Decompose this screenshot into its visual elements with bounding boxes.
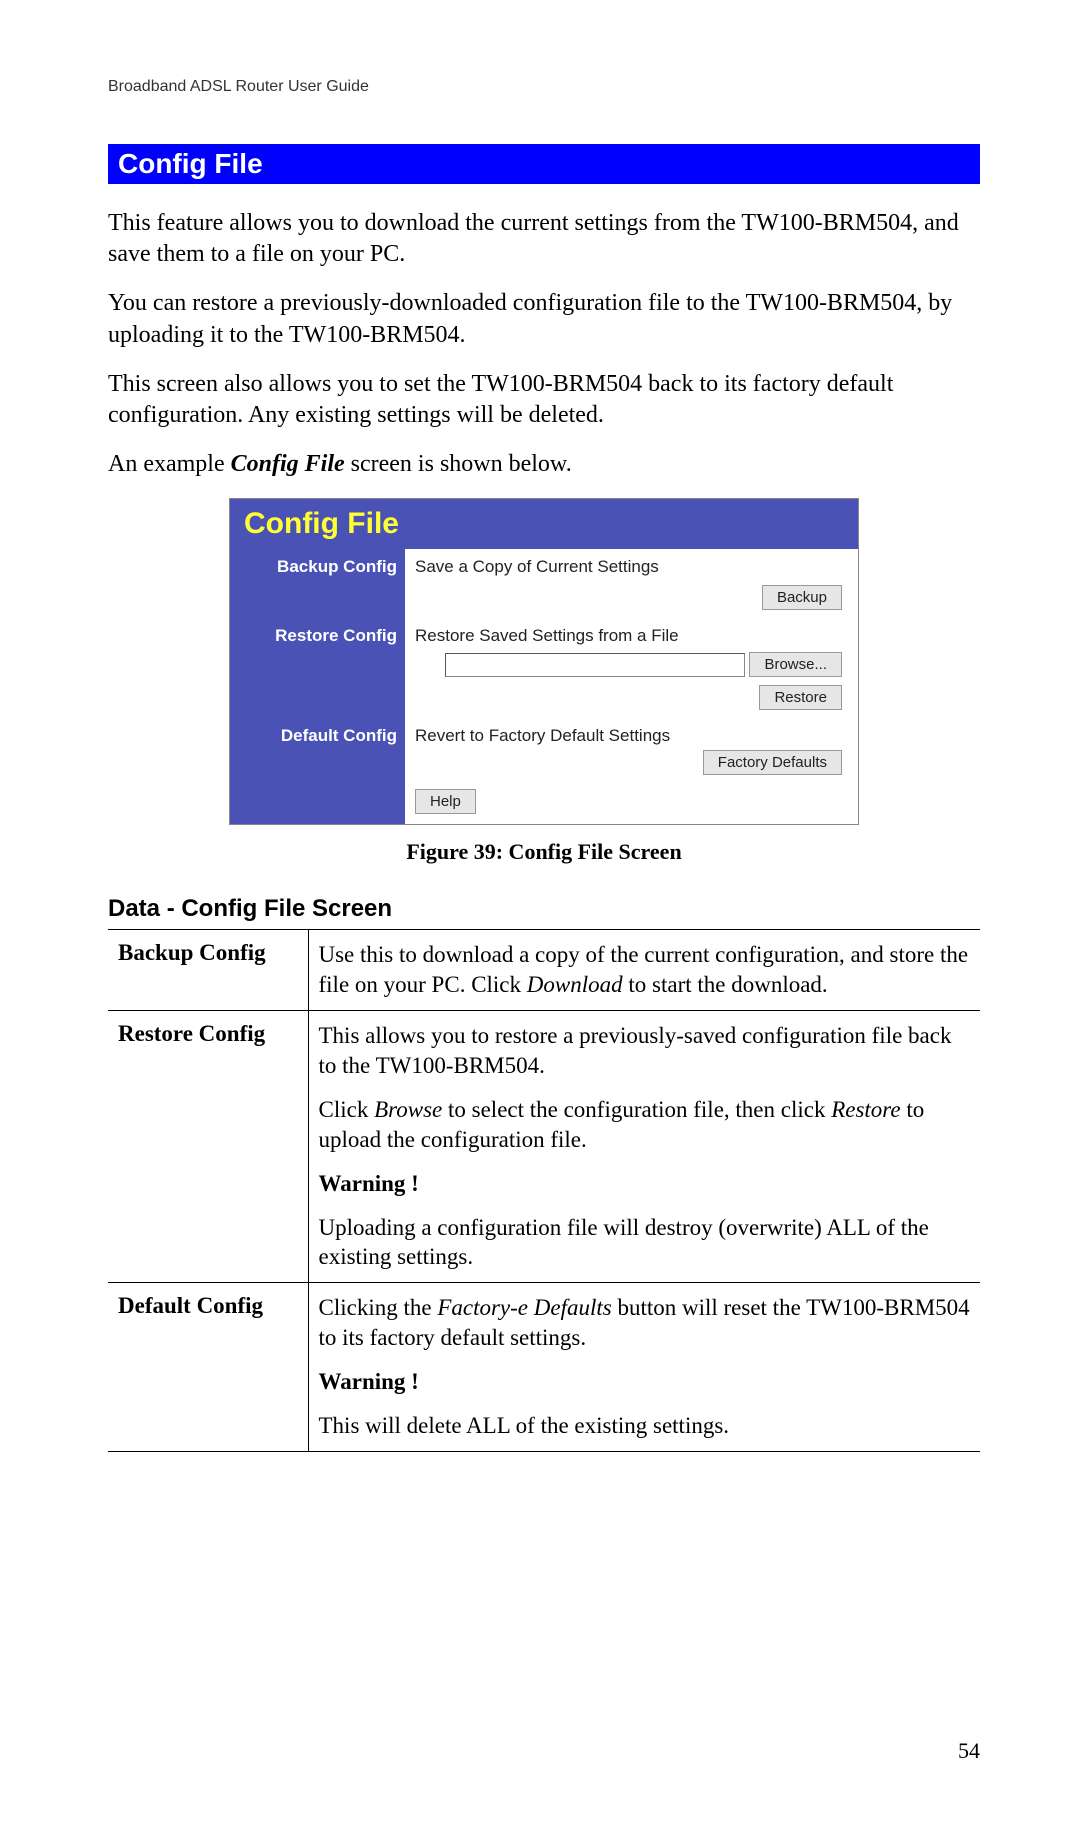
- text-italic: Restore: [831, 1097, 900, 1122]
- backup-config-label: Backup Config: [230, 549, 405, 618]
- text-italic: Factory-e Defaults: [437, 1295, 611, 1320]
- page-number: 54: [958, 1738, 980, 1764]
- restore-warning-text: Uploading a configuration file will dest…: [319, 1213, 971, 1273]
- default-config-row-label: Default Config: [108, 1283, 308, 1452]
- restore-config-row-label: Restore Config: [108, 1011, 308, 1283]
- section-title-bar: Config File: [108, 144, 980, 184]
- page-header: Broadband ADSL Router User Guide: [108, 78, 980, 96]
- restore-button[interactable]: Restore: [759, 685, 842, 710]
- text: to select the configuration file, then c…: [442, 1097, 831, 1122]
- text: Clicking the: [319, 1295, 438, 1320]
- default-config-desc-1: Clicking the Factory-e Defaults button w…: [319, 1293, 971, 1353]
- text-italic: Download: [527, 972, 623, 997]
- intro-para-2: You can restore a previously-downloaded …: [108, 288, 980, 350]
- backup-config-row-label: Backup Config: [108, 930, 308, 1011]
- intro-para-3: This screen also allows you to set the T…: [108, 369, 980, 431]
- screenshot-title: Config File: [230, 499, 858, 549]
- intro-para-4b: Config File: [231, 451, 345, 477]
- help-button[interactable]: Help: [415, 789, 476, 814]
- default-config-text: Revert to Factory Default Settings: [415, 726, 842, 746]
- restore-config-desc-2: Click Browse to select the configuration…: [319, 1095, 971, 1155]
- restore-config-desc-1: This allows you to restore a previously-…: [319, 1021, 971, 1081]
- text-italic: Browse: [374, 1097, 442, 1122]
- text: Click: [319, 1097, 375, 1122]
- default-warning-label: Warning !: [319, 1367, 971, 1397]
- data-table: Backup Config Use this to download a cop…: [108, 929, 980, 1452]
- default-warning-text: This will delete ALL of the existing set…: [319, 1411, 971, 1441]
- intro-para-1: This feature allows you to download the …: [108, 208, 980, 270]
- table-row: Backup Config Use this to download a cop…: [108, 930, 980, 1011]
- backup-button[interactable]: Backup: [762, 585, 842, 610]
- default-config-label: Default Config: [230, 718, 405, 783]
- intro-para-4a: An example: [108, 451, 231, 477]
- restore-config-text: Restore Saved Settings from a File: [415, 626, 842, 646]
- browse-button[interactable]: Browse...: [749, 652, 842, 677]
- help-row-spacer: [230, 783, 405, 824]
- text: to start the download.: [623, 972, 828, 997]
- table-row: Restore Config This allows you to restor…: [108, 1011, 980, 1283]
- restore-config-label: Restore Config: [230, 618, 405, 718]
- backup-config-text: Save a Copy of Current Settings: [415, 557, 842, 577]
- intro-para-4c: screen is shown below.: [345, 451, 572, 477]
- restore-file-input[interactable]: [445, 653, 745, 677]
- figure-caption: Figure 39: Config File Screen: [108, 839, 980, 865]
- restore-warning-label: Warning !: [319, 1169, 971, 1199]
- table-row: Default Config Clicking the Factory-e De…: [108, 1283, 980, 1452]
- intro-para-4: An example Config File screen is shown b…: [108, 449, 980, 480]
- data-section-heading: Data - Config File Screen: [108, 895, 980, 923]
- factory-defaults-button[interactable]: Factory Defaults: [703, 750, 842, 775]
- backup-config-desc: Use this to download a copy of the curre…: [319, 940, 971, 1000]
- config-file-screenshot: Config File Backup Config Save a Copy of…: [229, 498, 859, 825]
